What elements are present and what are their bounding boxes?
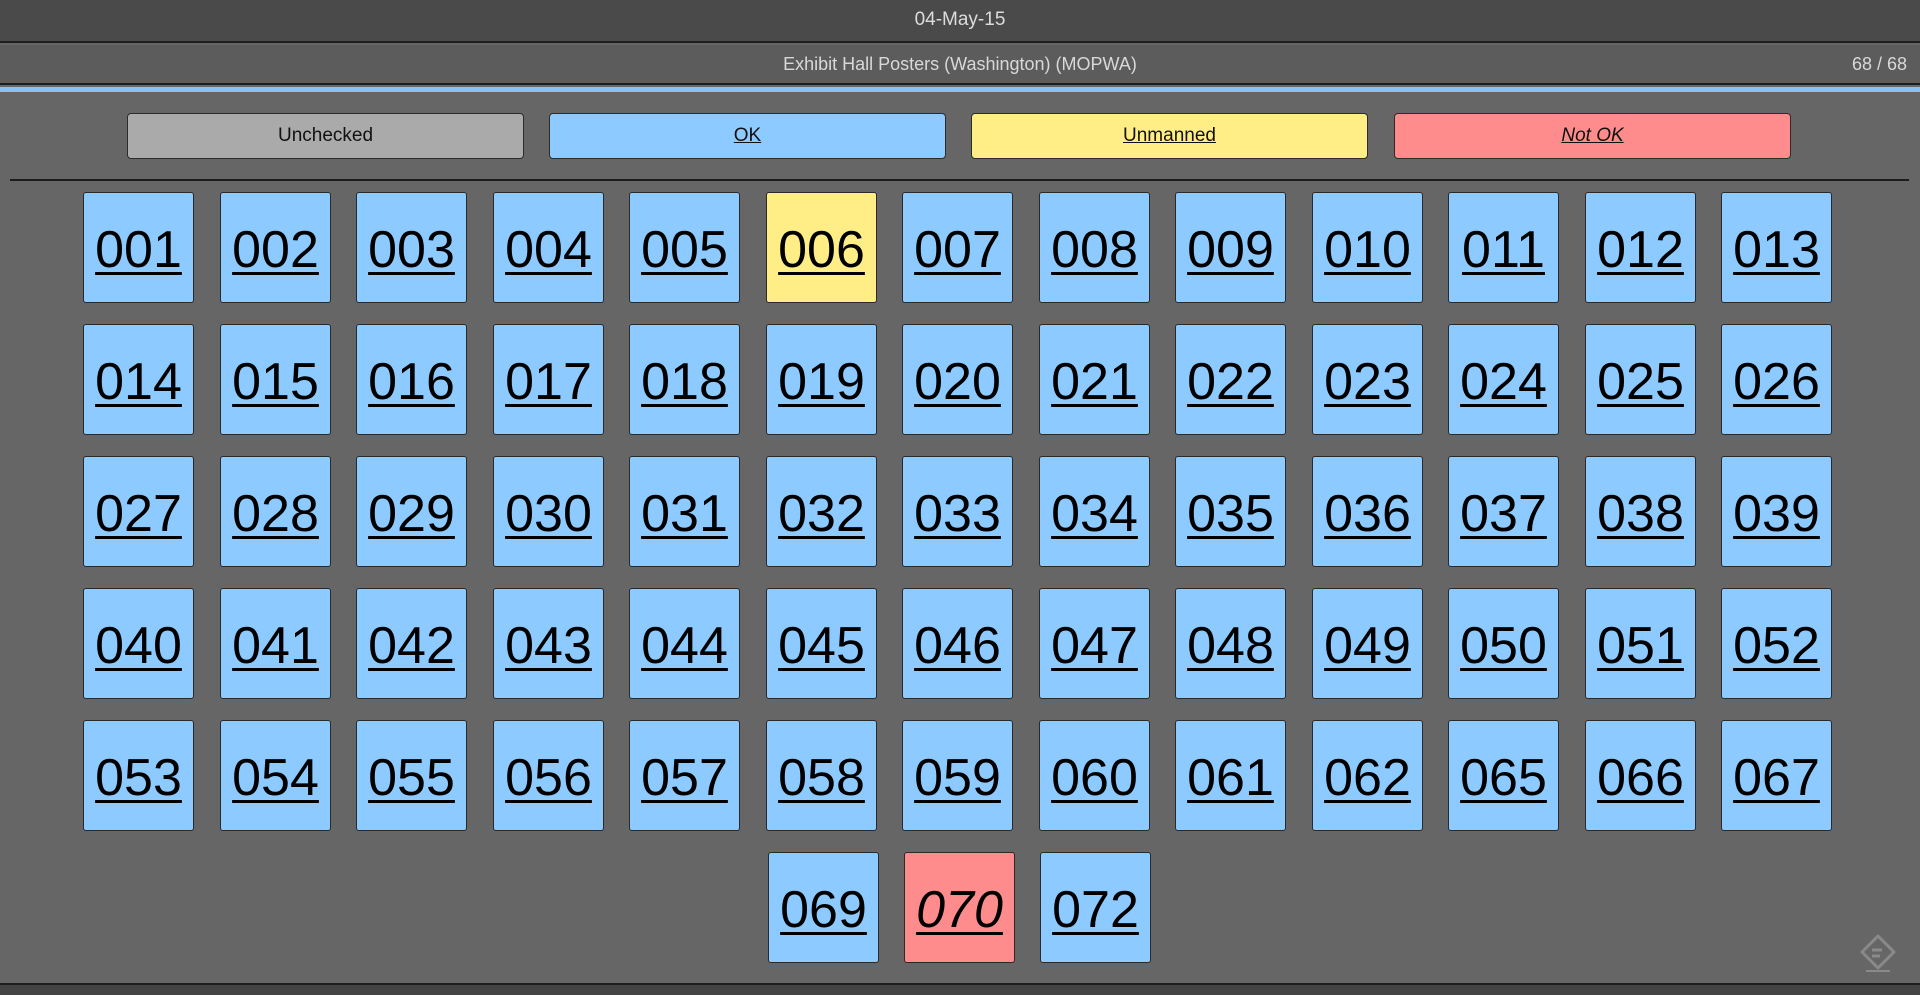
poster-tile-037[interactable]: 037 (1448, 456, 1559, 567)
poster-tile-020[interactable]: 020 (902, 324, 1013, 435)
poster-tile-035[interactable]: 035 (1175, 456, 1286, 567)
poster-tile-070[interactable]: 070 (904, 852, 1015, 963)
poster-tile-062[interactable]: 062 (1312, 720, 1423, 831)
poster-tile-015[interactable]: 015 (220, 324, 331, 435)
poster-tile-069[interactable]: 069 (768, 852, 879, 963)
poster-tile-031[interactable]: 031 (629, 456, 740, 567)
poster-tile-045[interactable]: 045 (766, 588, 877, 699)
poster-tile-014[interactable]: 014 (83, 324, 194, 435)
poster-tile-001[interactable]: 001 (83, 192, 194, 303)
poster-tile-029[interactable]: 029 (356, 456, 467, 567)
bottom-bar (0, 983, 1920, 995)
poster-tile-042[interactable]: 042 (356, 588, 467, 699)
poster-tile-004[interactable]: 004 (493, 192, 604, 303)
poster-tile-057[interactable]: 057 (629, 720, 740, 831)
poster-tile-019[interactable]: 019 (766, 324, 877, 435)
poster-tile-047[interactable]: 047 (1039, 588, 1150, 699)
poster-tile-036[interactable]: 036 (1312, 456, 1423, 567)
poster-tile-046[interactable]: 046 (902, 588, 1013, 699)
poster-tile-022[interactable]: 022 (1175, 324, 1286, 435)
poster-tile-052[interactable]: 052 (1721, 588, 1832, 699)
poster-tile-023[interactable]: 023 (1312, 324, 1423, 435)
poster-tile-002[interactable]: 002 (220, 192, 331, 303)
poster-tile-017[interactable]: 017 (493, 324, 604, 435)
poster-tile-030[interactable]: 030 (493, 456, 604, 567)
poster-tile-048[interactable]: 048 (1175, 588, 1286, 699)
poster-tile-016[interactable]: 016 (356, 324, 467, 435)
poster-tile-055[interactable]: 055 (356, 720, 467, 831)
poster-tile-049[interactable]: 049 (1312, 588, 1423, 699)
poster-tile-032[interactable]: 032 (766, 456, 877, 567)
poster-tile-060[interactable]: 060 (1039, 720, 1150, 831)
poster-tile-061[interactable]: 061 (1175, 720, 1286, 831)
poster-tile-018[interactable]: 018 (629, 324, 740, 435)
poster-tile-028[interactable]: 028 (220, 456, 331, 567)
poster-tile-065[interactable]: 065 (1448, 720, 1559, 831)
poster-tile-027[interactable]: 027 (83, 456, 194, 567)
poster-tile-056[interactable]: 056 (493, 720, 604, 831)
poster-tile-024[interactable]: 024 (1448, 324, 1559, 435)
poster-tile-013[interactable]: 013 (1721, 192, 1832, 303)
poster-tile-038[interactable]: 038 (1585, 456, 1696, 567)
poster-tile-053[interactable]: 053 (83, 720, 194, 831)
poster-tile-039[interactable]: 039 (1721, 456, 1832, 567)
poster-tile-033[interactable]: 033 (902, 456, 1013, 567)
poster-tile-072[interactable]: 072 (1040, 852, 1151, 963)
poster-tile-006[interactable]: 006 (766, 192, 877, 303)
poster-tile-034[interactable]: 034 (1039, 456, 1150, 567)
poster-tile-012[interactable]: 012 (1585, 192, 1696, 303)
poster-tile-050[interactable]: 050 (1448, 588, 1559, 699)
poster-tile-058[interactable]: 058 (766, 720, 877, 831)
poster-tile-043[interactable]: 043 (493, 588, 604, 699)
poster-tile-066[interactable]: 066 (1585, 720, 1696, 831)
poster-tile-054[interactable]: 054 (220, 720, 331, 831)
poster-tile-005[interactable]: 005 (629, 192, 740, 303)
poster-grid: 001 002 003 004 005 006 007 008 009 010 011 012 013 0… (0, 0, 1920, 995)
poster-tile-010[interactable]: 010 (1312, 192, 1423, 303)
poster-tile-051[interactable]: 051 (1585, 588, 1696, 699)
poster-tile-007[interactable]: 007 (902, 192, 1013, 303)
poster-tile-026[interactable]: 026 (1721, 324, 1832, 435)
feed-icon[interactable] (1856, 930, 1900, 974)
poster-tile-011[interactable]: 011 (1448, 192, 1559, 303)
poster-tile-044[interactable]: 044 (629, 588, 740, 699)
poster-tile-067[interactable]: 067 (1721, 720, 1832, 831)
poster-tile-003[interactable]: 003 (356, 192, 467, 303)
poster-tile-041[interactable]: 041 (220, 588, 331, 699)
poster-tile-025[interactable]: 025 (1585, 324, 1696, 435)
poster-tile-021[interactable]: 021 (1039, 324, 1150, 435)
poster-tile-008[interactable]: 008 (1039, 192, 1150, 303)
poster-tile-040[interactable]: 040 (83, 588, 194, 699)
poster-tile-009[interactable]: 009 (1175, 192, 1286, 303)
poster-tile-059[interactable]: 059 (902, 720, 1013, 831)
